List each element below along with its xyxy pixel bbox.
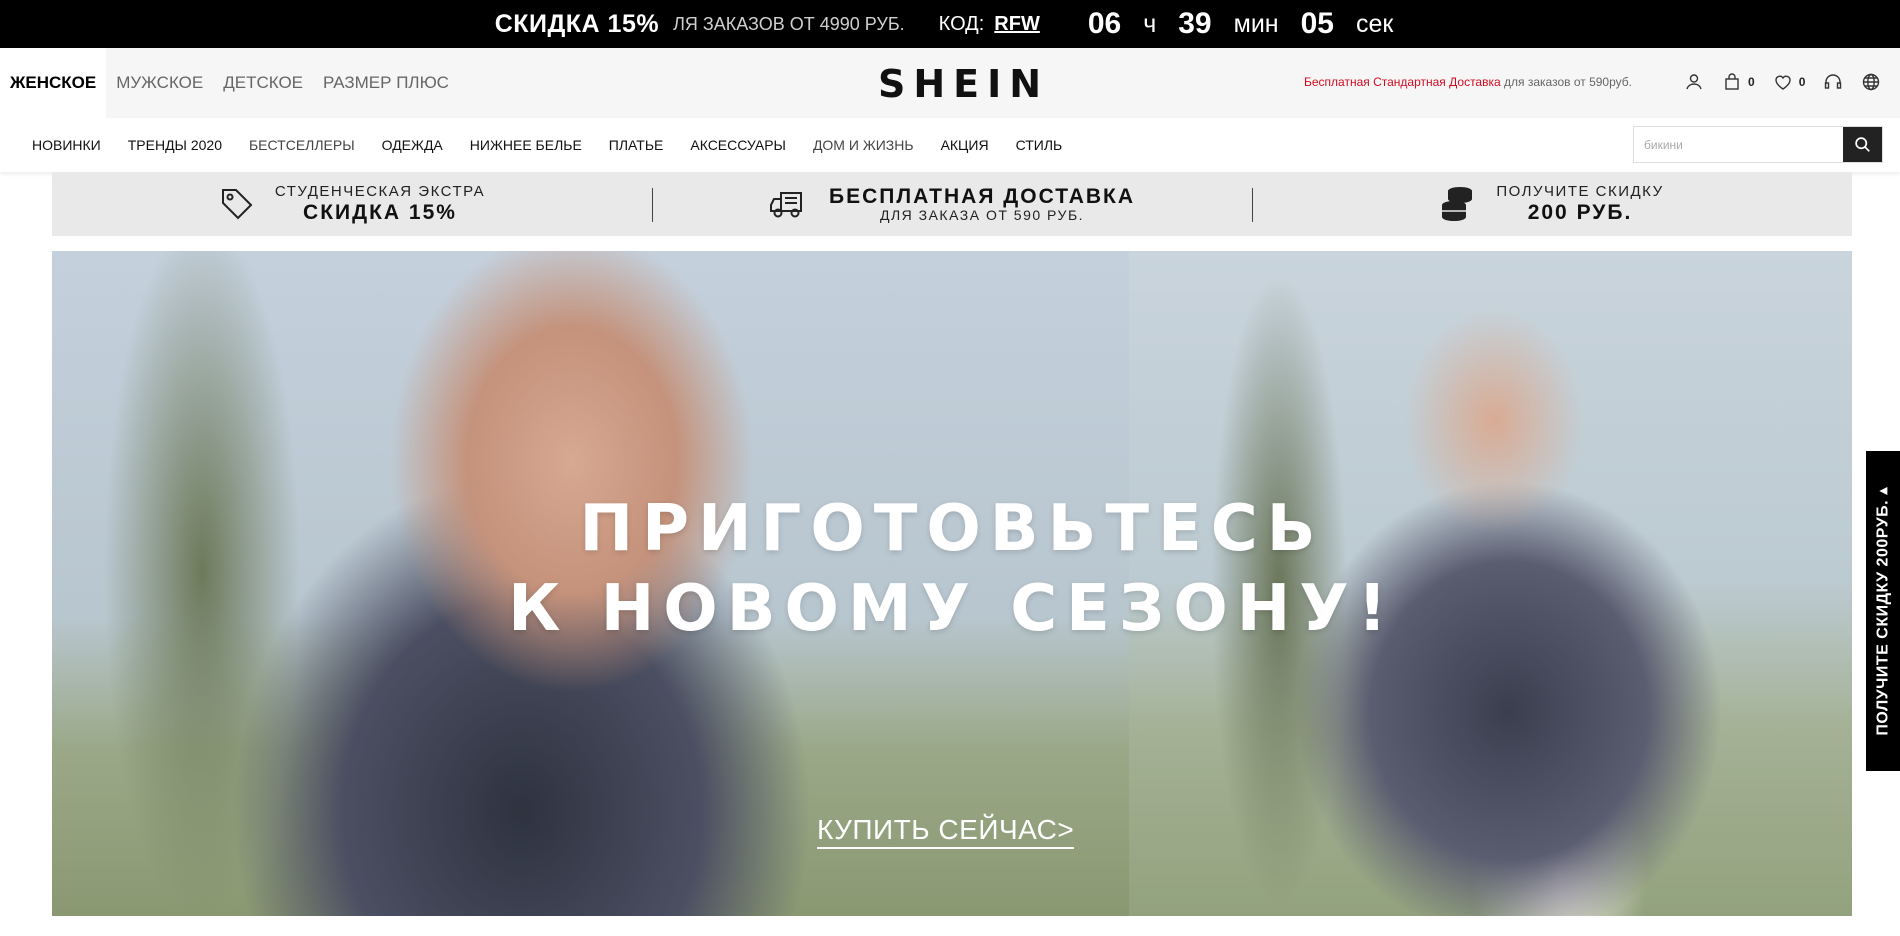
hero-title-line2: К НОВОМУ СЕЗОНУ! <box>508 572 1396 646</box>
countdown-hours: 06 <box>1087 7 1122 40</box>
benefit-shipping-condition: ДЛЯ ЗАКАЗА ОТ 590 РУБ. <box>879 206 1085 223</box>
account-button[interactable] <box>1684 72 1718 92</box>
tab-women[interactable]: ЖЕНСКОЕ <box>0 48 107 118</box>
nav-item-bestsellers[interactable]: БЕСТСЕЛЛЕРЫ <box>249 137 355 153</box>
user-icon <box>1686 74 1702 90</box>
benefit-discount-value: 200 РУБ. <box>1527 200 1633 224</box>
nav-item-style[interactable]: СТИЛЬ <box>1016 137 1063 153</box>
promo-code[interactable]: RFW <box>994 13 1040 36</box>
promo-discount: СКИДКА 15% <box>494 9 660 38</box>
nav-item-dresses[interactable]: ПЛАТЬЕ <box>609 137 664 153</box>
benefit-student-value: СКИДКА 15% <box>303 200 457 224</box>
header-icons: 0 0 <box>1684 72 1881 92</box>
coupon-side-tab[interactable]: ПОЛУЧИТЕ СКИДКУ 200РУБ. ▴ <box>1866 451 1900 771</box>
shipping-note-condition: для заказов от 590руб. <box>1504 75 1632 89</box>
tab-plus-size[interactable]: РАЗМЕР ПЛЮС <box>313 48 459 118</box>
wishlist-count: 0 <box>1798 75 1806 89</box>
nav-item-trends[interactable]: ТРЕНДЫ 2020 <box>128 137 222 153</box>
tag-icon <box>221 189 253 220</box>
countdown-minutes-unit: мин <box>1233 9 1279 38</box>
nav-item-lingerie[interactable]: НИЖНЕЕ БЕЛЬЕ <box>470 137 582 153</box>
search-button[interactable] <box>1843 127 1882 162</box>
category-nav: НОВИНКИ ТРЕНДЫ 2020 БЕСТСЕЛЛЕРЫ ОДЕЖДА Н… <box>0 118 1900 172</box>
nav-item-new[interactable]: НОВИНКИ <box>32 137 101 153</box>
nav-items: НОВИНКИ ТРЕНДЫ 2020 БЕСТСЕЛЛЕРЫ ОДЕЖДА Н… <box>32 118 1089 172</box>
benefit-student-label: СТУДЕНЧЕСКАЯ ЭКСТРА <box>274 183 486 201</box>
promo-bar: СКИДКА 15% ЛЯ ЗАКАЗОВ ОТ 4990 РУБ. КОД: … <box>0 0 1900 48</box>
search-icon <box>1855 137 1870 152</box>
logo[interactable]: SHEIN <box>878 62 1049 106</box>
bag-icon <box>1725 73 1739 90</box>
countdown-hours-unit: ч <box>1143 9 1157 38</box>
search-input[interactable] <box>1634 127 1843 162</box>
nav-item-clothing[interactable]: ОДЕЖДА <box>382 137 443 153</box>
countdown-seconds: 05 <box>1300 7 1334 40</box>
coins-icon <box>1442 187 1473 221</box>
tab-men[interactable]: МУЖСКОЕ <box>106 48 213 118</box>
cart-count: 0 <box>1748 75 1755 89</box>
hero-title-line1: ПРИГОТОВЬТЕСЬ <box>579 492 1325 566</box>
countdown-minutes: 39 <box>1178 7 1212 40</box>
benefit-discount-label: ПОЛУЧИТЕ СКИДКУ <box>1496 183 1664 201</box>
coupon-side-tab-label: ПОЛУЧИТЕ СКИДКУ 200РУБ. ▴ <box>1875 486 1893 736</box>
countdown-seconds-unit: сек <box>1355 9 1394 38</box>
shop-now-link[interactable]: КУПИТЬ СЕЙЧАС> <box>817 813 1075 849</box>
hero-title: ПРИГОТОВЬТЕСЬ К НОВОМУ СЕЗОНУ! <box>52 489 1852 649</box>
hero-banner[interactable]: ПРИГОТОВЬТЕСЬ К НОВОМУ СЕЗОНУ! КУПИТЬ СЕ… <box>52 251 1852 916</box>
benefit-free-shipping[interactable]: БЕСПЛАТНАЯ ДОСТАВКА ДЛЯ ЗАКАЗА ОТ 590 РУ… <box>652 172 1252 236</box>
search-box <box>1633 126 1883 163</box>
nav-item-sale[interactable]: АКЦИЯ <box>941 137 989 153</box>
shipping-note-highlight: Бесплатная Стандартная Доставка <box>1304 75 1501 89</box>
heart-icon <box>1774 75 1791 90</box>
tab-kids[interactable]: ДЕТСКОЕ <box>213 48 313 118</box>
nav-item-accessories[interactable]: АКСЕССУАРЫ <box>690 137 786 153</box>
site-header: ЖЕНСКОЕ МУЖСКОЕ ДЕТСКОЕ РАЗМЕР ПЛЮС SHEI… <box>0 48 1900 118</box>
gender-tabs: ЖЕНСКОЕ МУЖСКОЕ ДЕТСКОЕ РАЗМЕР ПЛЮС <box>0 48 459 118</box>
headset-icon <box>1825 74 1842 89</box>
globe-icon <box>1863 73 1880 91</box>
truck-icon <box>769 192 802 218</box>
language-button[interactable] <box>1861 72 1881 92</box>
benefits-strip: СТУДЕНЧЕСКАЯ ЭКСТРА СКИДКА 15% БЕСПЛАТНА… <box>52 172 1852 236</box>
nav-item-home-living[interactable]: ДОМ И ЖИЗНЬ <box>813 137 914 153</box>
benefit-shipping-title: БЕСПЛАТНАЯ ДОСТАВКА <box>828 184 1136 208</box>
wishlist-button[interactable]: 0 <box>1773 72 1820 92</box>
shipping-note: Бесплатная Стандартная Доставка для зака… <box>1304 75 1632 89</box>
promo-condition: ЛЯ ЗАКАЗОВ ОТ 4990 РУБ. <box>673 13 905 34</box>
benefit-discount-200[interactable]: ПОЛУЧИТЕ СКИДКУ 200 РУБ. <box>1252 172 1852 236</box>
benefit-student-discount[interactable]: СТУДЕНЧЕСКАЯ ЭКСТРА СКИДКА 15% <box>52 172 652 236</box>
promo-code-label: КОД: <box>938 12 985 35</box>
cart-button[interactable]: 0 <box>1722 72 1769 92</box>
support-button[interactable] <box>1823 72 1857 92</box>
